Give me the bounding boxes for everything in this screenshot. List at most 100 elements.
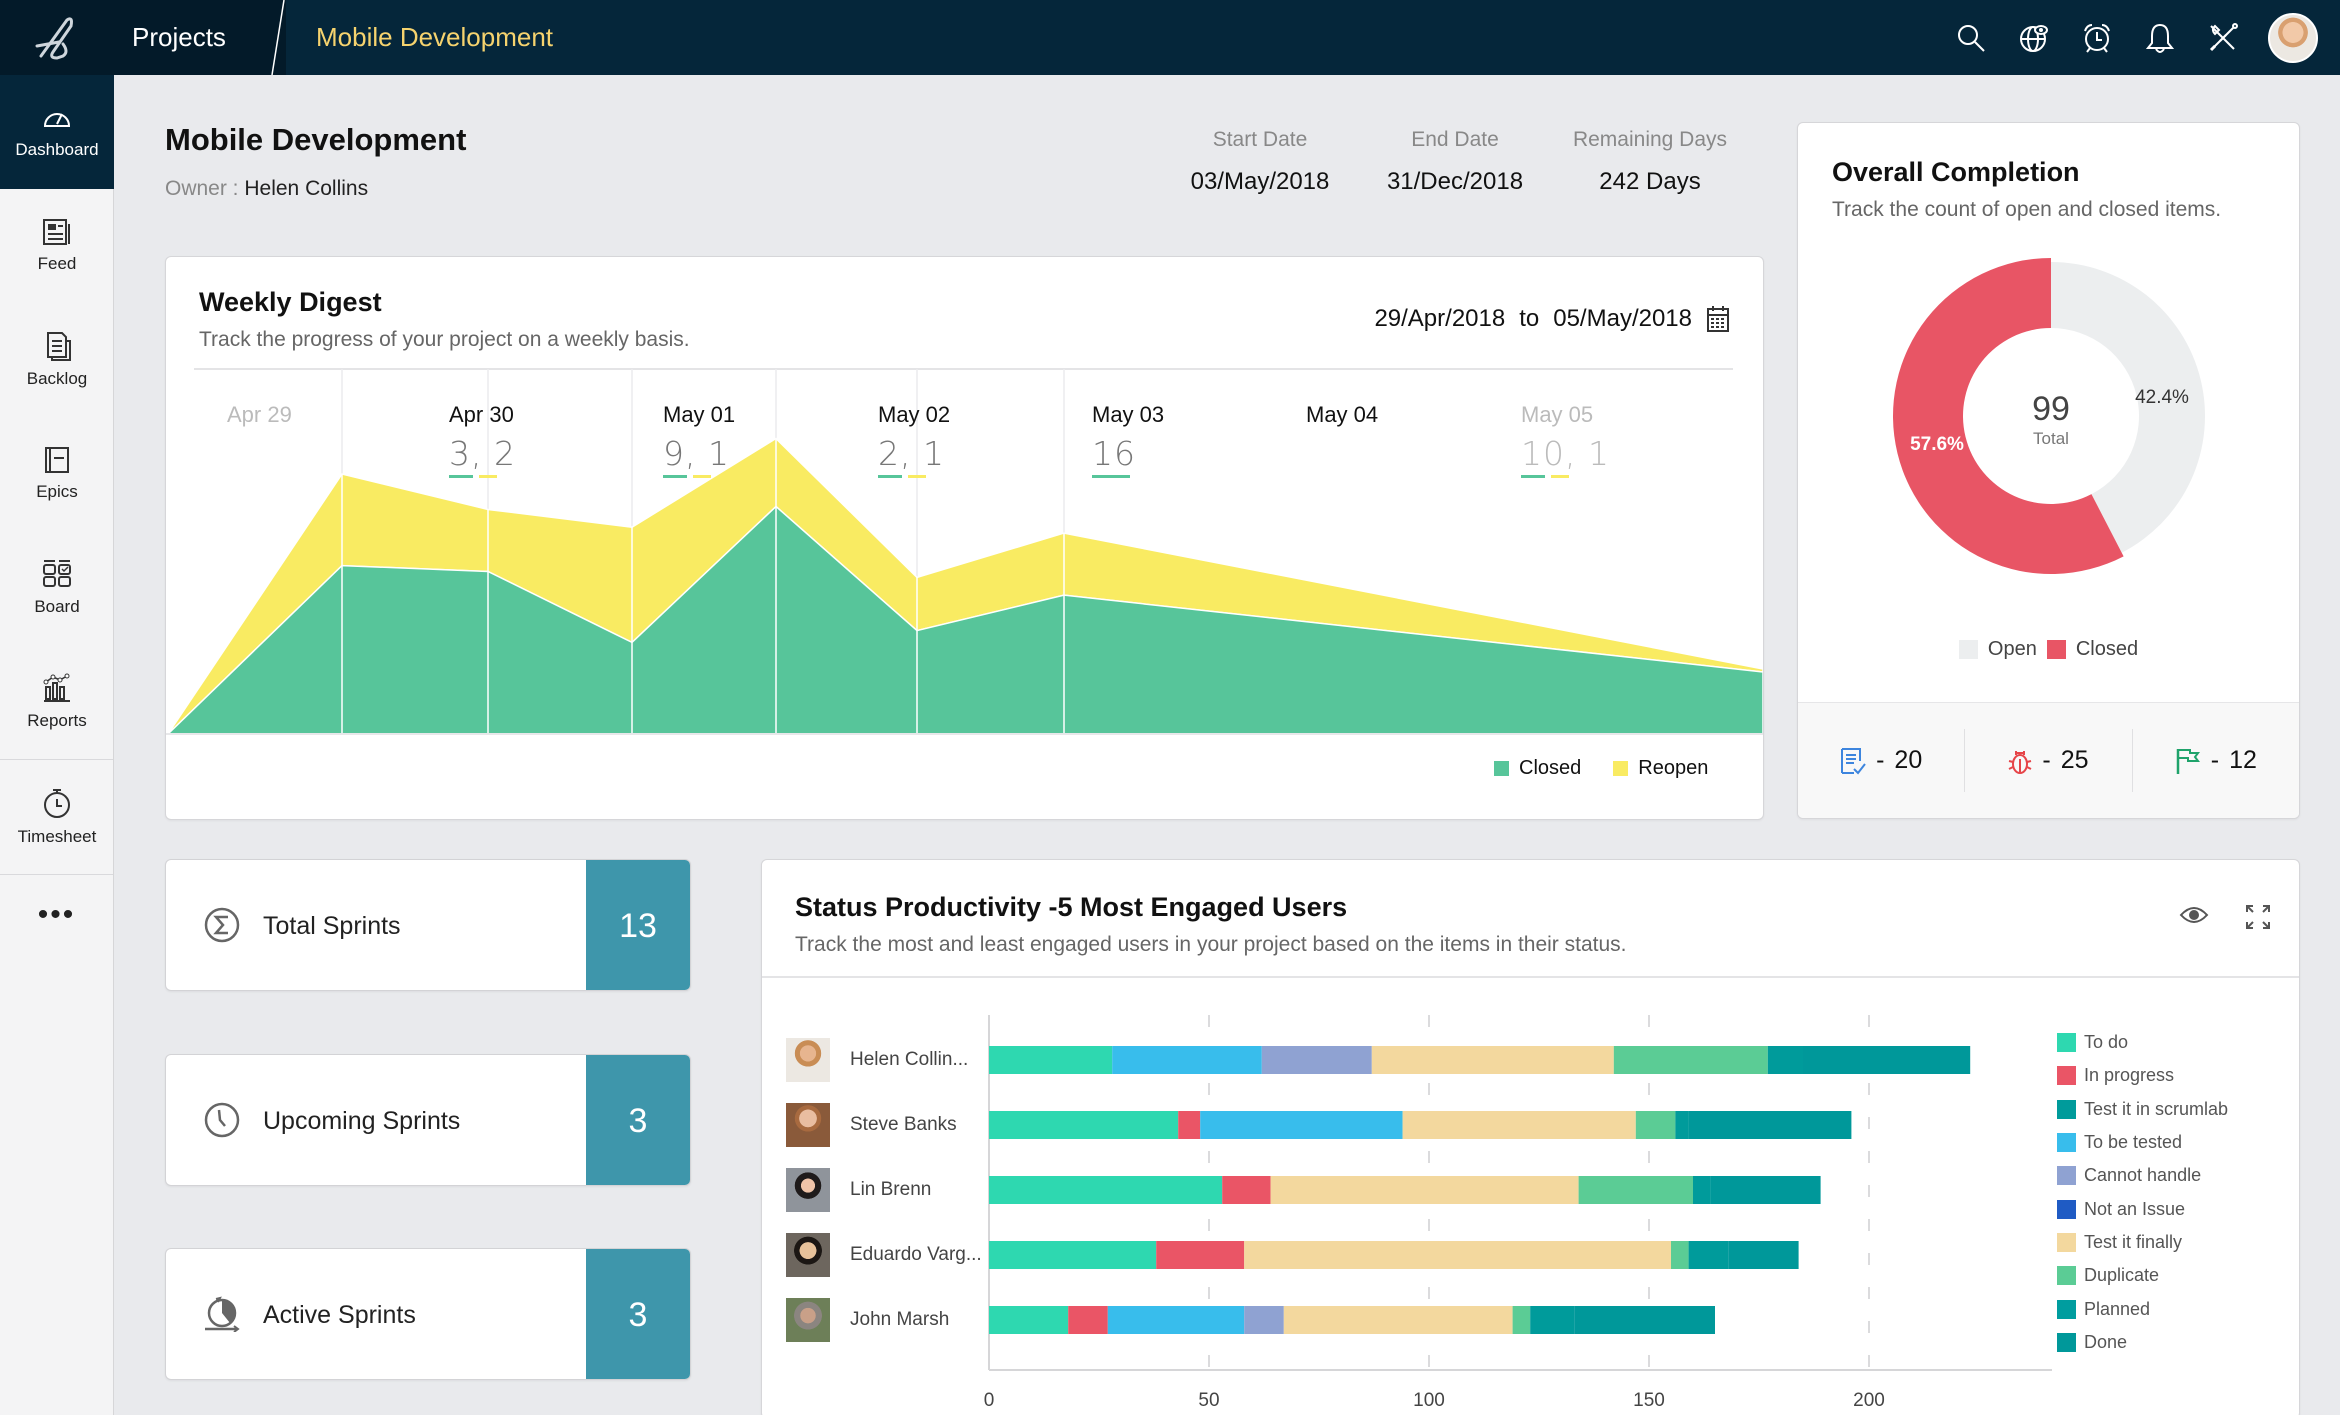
sigma-icon <box>204 907 240 943</box>
legend-item[interactable]: Not an Issue <box>2057 1192 2228 1225</box>
day-label: May 05 <box>1521 402 1594 427</box>
legend-item[interactable]: Planned <box>2057 1292 2228 1325</box>
bar-segment-cannot-handle[interactable] <box>1261 1046 1372 1074</box>
user-row: Helen Collin... <box>786 1038 968 1082</box>
active-sprints-card[interactable]: Active Sprints 3 <box>165 1248 691 1380</box>
story-count[interactable]: - 20 <box>1798 703 1964 818</box>
bar-segment-test-it-in-scrumlab[interactable] <box>1530 1306 1575 1334</box>
bar-segment-cannot-handle[interactable] <box>1244 1306 1284 1334</box>
sidebar-item-board[interactable]: Board <box>0 531 114 645</box>
search-icon[interactable] <box>1939 0 2002 75</box>
bar-segment-test-it-in-scrumlab[interactable] <box>1767 1046 1803 1074</box>
legend-swatch <box>2057 1166 2076 1186</box>
app-logo[interactable] <box>0 0 114 75</box>
bar-segment-done[interactable] <box>1728 1241 1799 1269</box>
legend-item[interactable]: To be tested <box>2057 1126 2228 1159</box>
tools-icon[interactable] <box>2191 0 2254 75</box>
breadcrumb-current-project[interactable]: Mobile Development <box>316 0 553 75</box>
bar-segment-test-it-in-scrumlab[interactable] <box>1675 1111 1689 1139</box>
bar-segment-to-be-tested[interactable] <box>1200 1111 1403 1139</box>
milestone-count[interactable]: - 12 <box>2131 729 2299 792</box>
legend-label-reopen: Reopen <box>1638 757 1709 779</box>
day-column: Apr 30 3, 2 <box>449 402 516 478</box>
globe-icon[interactable] <box>2002 0 2065 75</box>
sidebar-item-reports[interactable]: Reports <box>0 645 114 759</box>
alarm-clock-icon[interactable] <box>2065 0 2128 75</box>
bar-segment-in-progress[interactable] <box>1178 1111 1201 1139</box>
bar-segment-test-it-finally[interactable] <box>1270 1176 1579 1204</box>
legend-label-open: Open <box>1987 638 2037 660</box>
legend-label: To do <box>2084 1032 2129 1053</box>
sidebar: Dashboard Feed Backlog Epics Board Repor… <box>0 75 114 1415</box>
day-column: May 02 2, 1 <box>878 402 950 478</box>
bar-segment-to-do[interactable] <box>989 1111 1179 1139</box>
productivity-legend: To do In progress Test it in scrumlab To be… <box>2057 1026 2228 1359</box>
day-label: May 04 <box>1306 402 1379 427</box>
bar-segment-to-do[interactable] <box>989 1176 1223 1204</box>
date-range-picker[interactable]: 29/Apr/2018 to 05/May/2018 <box>1374 305 1730 333</box>
sidebar-item-backlog[interactable]: Backlog <box>0 303 114 417</box>
bar-segment-to-do[interactable] <box>989 1046 1113 1074</box>
closed-underline <box>663 475 687 478</box>
bar-segment-test-it-in-scrumlab[interactable] <box>1688 1241 1729 1269</box>
bar-segment-duplicate[interactable] <box>1512 1306 1531 1334</box>
legend-swatch <box>2057 1299 2076 1319</box>
legend-item[interactable]: Test it in scrumlab <box>2057 1093 2228 1126</box>
bar-segment-in-progress[interactable] <box>1222 1176 1271 1204</box>
bar-segment-in-progress[interactable] <box>1156 1241 1245 1269</box>
remaining-days: Remaining Days 242 Days <box>1560 128 1740 196</box>
user-avatar[interactable] <box>2268 12 2318 63</box>
user-row: Eduardo Varg... <box>786 1233 982 1277</box>
bar-segment-in-progress[interactable] <box>1068 1306 1108 1334</box>
legend-swatch <box>2057 1332 2076 1352</box>
upcoming-sprints-card[interactable]: Upcoming Sprints 3 <box>165 1054 691 1186</box>
bar-segment-test-it-finally[interactable] <box>1371 1046 1614 1074</box>
bar-segment-done[interactable] <box>1574 1306 1715 1334</box>
bar-segment-to-do[interactable] <box>989 1241 1157 1269</box>
bar-segment-to-be-tested[interactable] <box>1112 1046 1262 1074</box>
sidebar-item-epics[interactable]: Epics <box>0 417 114 531</box>
user-name: Steve Banks <box>850 1114 957 1135</box>
overall-completion-card: Overall Completion Track the count of op… <box>1797 122 2300 819</box>
bar-segment-to-be-tested[interactable] <box>1107 1306 1245 1334</box>
bar-segment-duplicate[interactable] <box>1635 1111 1676 1139</box>
user-name: John Marsh <box>850 1309 950 1330</box>
bar-segment-done[interactable] <box>1688 1111 1852 1139</box>
expand-icon[interactable] <box>2245 904 2271 930</box>
bar-segment-duplicate[interactable] <box>1613 1046 1768 1074</box>
legend-swatch-closed <box>2046 640 2066 659</box>
legend-item[interactable]: In progress <box>2057 1059 2228 1092</box>
more-menu-button[interactable]: ••• <box>0 874 113 954</box>
bar-segment-duplicate[interactable] <box>1671 1241 1689 1269</box>
day-column: May 03 16 <box>1092 402 1164 478</box>
user-row: John Marsh <box>786 1298 949 1342</box>
legend-item[interactable]: Duplicate <box>2057 1259 2228 1292</box>
bar-segment-test-it-finally[interactable] <box>1283 1306 1513 1334</box>
end-date-label: End Date <box>1411 128 1499 151</box>
bar-segment-test-it-finally[interactable] <box>1402 1111 1636 1139</box>
breadcrumb-projects[interactable]: Projects <box>114 0 286 75</box>
x-tick-label: 0 <box>984 1390 995 1411</box>
bar-segment-done[interactable] <box>1803 1046 1971 1074</box>
bug-count[interactable]: - 25 <box>1964 729 2131 792</box>
legend-item[interactable]: Test it finally <box>2057 1226 2228 1259</box>
bar-segment-test-it-finally[interactable] <box>1244 1241 1671 1269</box>
sidebar-item-feed[interactable]: Feed <box>0 189 114 303</box>
bar-segment-duplicate[interactable] <box>1578 1176 1693 1204</box>
bell-icon[interactable] <box>2128 0 2191 75</box>
sidebar-item-dashboard[interactable]: Dashboard <box>0 75 114 189</box>
sidebar-item-label: Reports <box>27 711 87 730</box>
bug-count-value: 25 <box>2060 746 2089 774</box>
legend-label: Test it finally <box>2084 1231 2183 1252</box>
sidebar-item-timesheet[interactable]: Timesheet <box>0 760 114 874</box>
legend-item[interactable]: Cannot handle <box>2057 1159 2228 1192</box>
bar-segment-test-it-in-scrumlab[interactable] <box>1693 1176 1711 1204</box>
bar-segment-to-do[interactable] <box>989 1306 1069 1334</box>
calendar-icon[interactable] <box>1706 305 1730 333</box>
legend-item[interactable]: To do <box>2057 1026 2228 1059</box>
bar-segment-done[interactable] <box>1710 1176 1821 1204</box>
total-sprints-card[interactable]: Total Sprints 13 <box>165 859 691 991</box>
legend-item[interactable]: Done <box>2057 1326 2228 1359</box>
eye-icon[interactable] <box>2179 904 2209 926</box>
logo-icon <box>35 16 73 60</box>
